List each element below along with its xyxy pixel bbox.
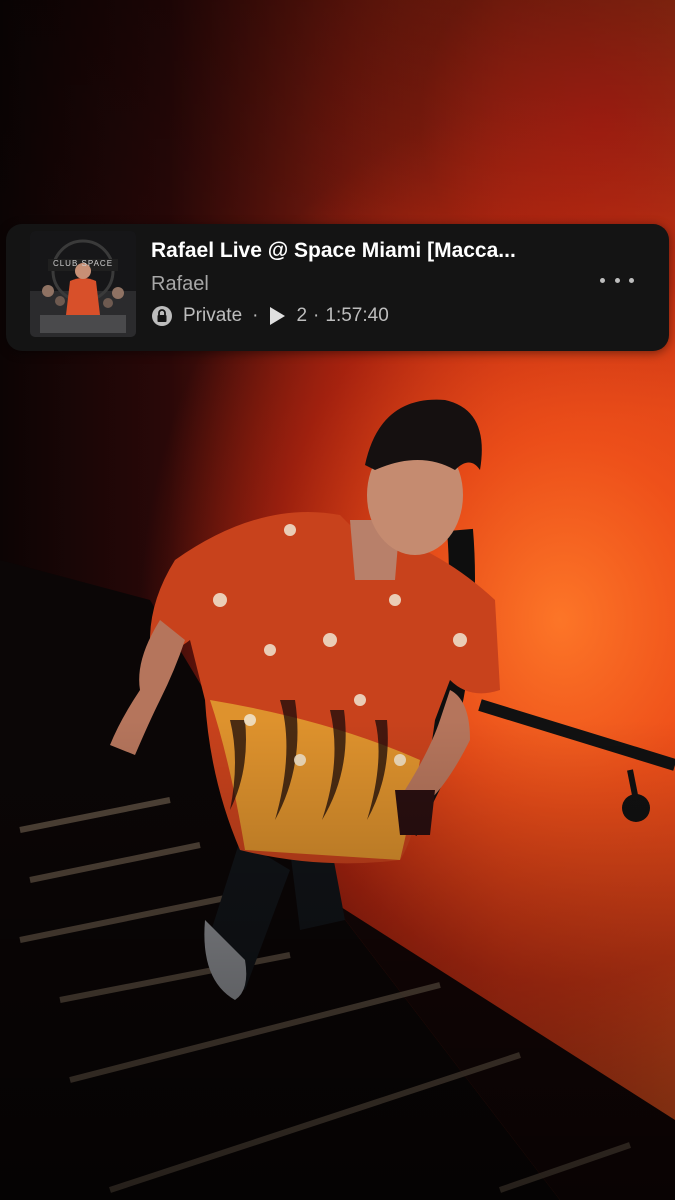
photo-shading	[0, 0, 675, 1200]
privacy-label: Private	[183, 305, 243, 326]
meta-separator: ·	[252, 305, 259, 326]
more-options-button[interactable]	[600, 268, 634, 292]
meta-separator: ·	[313, 305, 320, 326]
artwork-label: CLUB SPACE	[52, 259, 114, 268]
track-duration: 1:57:40	[325, 305, 389, 326]
play-icon	[268, 306, 286, 326]
track-artist[interactable]: Rafael	[151, 271, 209, 297]
more-options-icon	[600, 277, 605, 283]
track-artwork[interactable]: CLUB SPACE	[30, 231, 136, 337]
track-card[interactable]: CLUB SPACE Rafael Live @ Space Miami [Ma…	[6, 224, 669, 351]
play-count: 2	[296, 305, 308, 326]
track-meta: Private · 2 · 1:57:40	[151, 304, 389, 328]
track-title[interactable]: Rafael Live @ Space Miami [Macca...	[151, 238, 591, 264]
lock-icon	[151, 305, 173, 327]
